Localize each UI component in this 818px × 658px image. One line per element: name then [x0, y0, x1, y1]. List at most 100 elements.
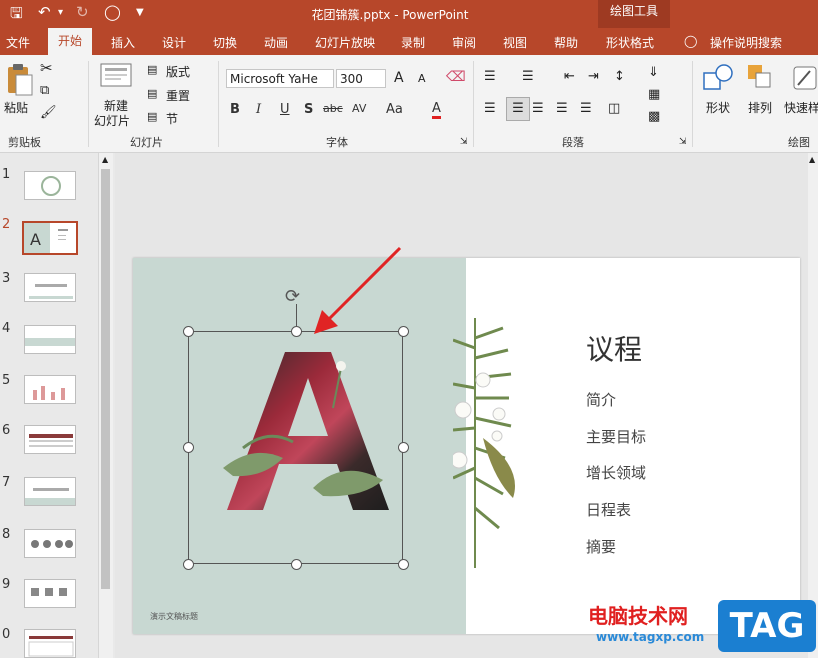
slide-number: 3	[2, 271, 11, 286]
tab-design[interactable]: 设计	[162, 34, 186, 51]
layout-icon[interactable]: ▤	[147, 63, 157, 76]
align-text-icon[interactable]: ▦	[648, 87, 660, 102]
new-slide-icon[interactable]	[100, 63, 132, 89]
quick-styles-icon[interactable]	[790, 63, 818, 95]
slide-thumbnail-6[interactable]	[24, 425, 76, 454]
slide-thumbnail-2-selected[interactable]: A	[22, 221, 78, 255]
scroll-up-icon[interactable]: ▲	[102, 155, 108, 164]
reset-button[interactable]: 重置	[166, 87, 190, 104]
slide-thumbnail-9[interactable]	[24, 579, 76, 608]
agenda-item[interactable]: 简介	[586, 389, 616, 410]
tab-file[interactable]: 文件	[6, 34, 30, 51]
arrange-button[interactable]: 排列	[748, 99, 772, 116]
new-slide-label-2[interactable]: 幻灯片	[94, 112, 130, 129]
font-size-dropdown[interactable]: 300	[336, 69, 386, 88]
format-painter-icon[interactable]: 🖌	[40, 105, 57, 120]
clear-format-icon[interactable]: ⌫	[446, 69, 466, 85]
increase-indent-icon[interactable]: ⇥	[588, 69, 599, 84]
shrink-font-button[interactable]: A	[418, 72, 426, 85]
present-from-start-icon[interactable]: ◯	[104, 3, 121, 21]
agenda-item[interactable]: 日程表	[586, 499, 631, 520]
agenda-item[interactable]: 摘要	[586, 536, 616, 557]
copy-icon[interactable]: ⧉	[40, 83, 49, 98]
change-case-button[interactable]: Aa	[386, 102, 403, 117]
layout-button[interactable]: 版式	[166, 63, 190, 80]
paragraph-dialog-launcher-icon[interactable]: ⇲	[679, 137, 687, 147]
distributed-icon[interactable]: ☰	[580, 101, 592, 116]
slide-thumbnail-7[interactable]	[24, 477, 76, 506]
undo-icon[interactable]: ↶	[38, 3, 51, 21]
numbering-icon[interactable]: ☰	[522, 69, 534, 84]
ribbon-separator	[88, 61, 89, 147]
tab-shape-format[interactable]: 形状格式	[606, 34, 654, 51]
section-icon[interactable]: ▤	[147, 110, 157, 123]
decrease-indent-icon[interactable]: ⇤	[564, 69, 575, 84]
grow-font-button[interactable]: A	[394, 70, 404, 86]
arrange-icon[interactable]	[746, 63, 776, 95]
underline-button[interactable]: U	[280, 102, 290, 117]
text-direction-icon[interactable]: ⇓	[648, 65, 659, 80]
resize-handle-bottom-left[interactable]	[183, 559, 194, 570]
agenda-title[interactable]: 议程	[586, 328, 642, 368]
resize-handle-right[interactable]	[398, 442, 409, 453]
tab-review[interactable]: 审阅	[452, 34, 476, 51]
slide-footer[interactable]: 演示文稿标题	[150, 611, 198, 622]
tab-help[interactable]: 帮助	[554, 34, 578, 51]
resize-handle-left[interactable]	[183, 442, 194, 453]
slide-thumbnail-4[interactable]	[24, 325, 76, 354]
tab-slideshow[interactable]: 幻灯片放映	[315, 34, 375, 51]
paste-icon[interactable]	[4, 63, 34, 97]
tab-animations[interactable]: 动画	[264, 34, 288, 51]
canvas-scrollbar[interactable]: ▲	[808, 153, 818, 658]
bold-button[interactable]: B	[230, 102, 240, 117]
align-right-icon[interactable]: ☰	[532, 101, 544, 116]
agenda-item[interactable]: 增长领域	[586, 462, 646, 483]
slide-thumbnail-8[interactable]	[24, 529, 76, 558]
customize-qat-icon[interactable]: ▼	[136, 7, 144, 18]
italic-button[interactable]: I	[256, 102, 261, 117]
quick-styles-button[interactable]: 快速样	[784, 99, 818, 116]
shapes-icon[interactable]	[702, 63, 736, 95]
justify-icon[interactable]: ☰	[556, 101, 568, 116]
font-dialog-launcher-icon[interactable]: ⇲	[460, 137, 468, 147]
resize-handle-top-left[interactable]	[183, 326, 194, 337]
slide-number: 5	[2, 373, 11, 388]
slide-thumbnail-10[interactable]	[24, 629, 76, 658]
section-button[interactable]: 节	[166, 110, 178, 127]
slide-thumbnail-1[interactable]	[24, 171, 76, 200]
tell-me-search[interactable]: 操作说明搜索	[710, 34, 782, 51]
reset-icon[interactable]: ▤	[147, 87, 157, 100]
columns-icon[interactable]: ◫	[608, 101, 620, 116]
strikethrough-button[interactable]: abc	[323, 102, 343, 115]
undo-dropdown-icon[interactable]: ▾	[58, 7, 63, 18]
bullets-icon[interactable]: ☰	[484, 69, 496, 84]
cut-icon[interactable]: ✂	[40, 59, 53, 77]
tab-record[interactable]: 录制	[401, 34, 425, 51]
shadow-button[interactable]: S	[304, 102, 313, 117]
scroll-up-icon[interactable]: ▲	[809, 155, 815, 164]
font-color-button[interactable]: A	[432, 102, 441, 119]
tab-insert[interactable]: 插入	[111, 34, 135, 51]
char-spacing-button[interactable]: AV	[352, 102, 366, 115]
save-icon[interactable]: 🖫	[10, 3, 23, 28]
thumbnail-scroll-thumb[interactable]	[101, 169, 110, 589]
slide-thumbnail-3[interactable]	[24, 273, 76, 302]
align-left-icon[interactable]: ☰	[484, 101, 496, 116]
thumbnail-scrollbar[interactable]: ▲	[98, 153, 113, 658]
tab-view[interactable]: 视图	[503, 34, 527, 51]
rotate-handle-icon[interactable]: ⟳	[285, 286, 300, 307]
resize-handle-bottom[interactable]	[291, 559, 302, 570]
selection-frame[interactable]	[188, 331, 403, 564]
align-center-icon[interactable]: ☰	[506, 97, 530, 121]
resize-handle-bottom-right[interactable]	[398, 559, 409, 570]
smartart-icon[interactable]: ▩	[648, 109, 660, 124]
line-spacing-icon[interactable]: ↕	[614, 69, 625, 84]
redo-icon[interactable]: ↻	[76, 3, 89, 21]
tab-home[interactable]: 开始	[48, 28, 93, 55]
shapes-button[interactable]: 形状	[706, 99, 730, 116]
slide-thumbnail-5[interactable]	[24, 375, 76, 404]
agenda-item[interactable]: 主要目标	[586, 426, 646, 447]
paste-button[interactable]: 粘贴	[4, 99, 28, 116]
tab-transitions[interactable]: 切换	[213, 34, 237, 51]
font-name-dropdown[interactable]: Microsoft YaHe	[226, 69, 334, 88]
